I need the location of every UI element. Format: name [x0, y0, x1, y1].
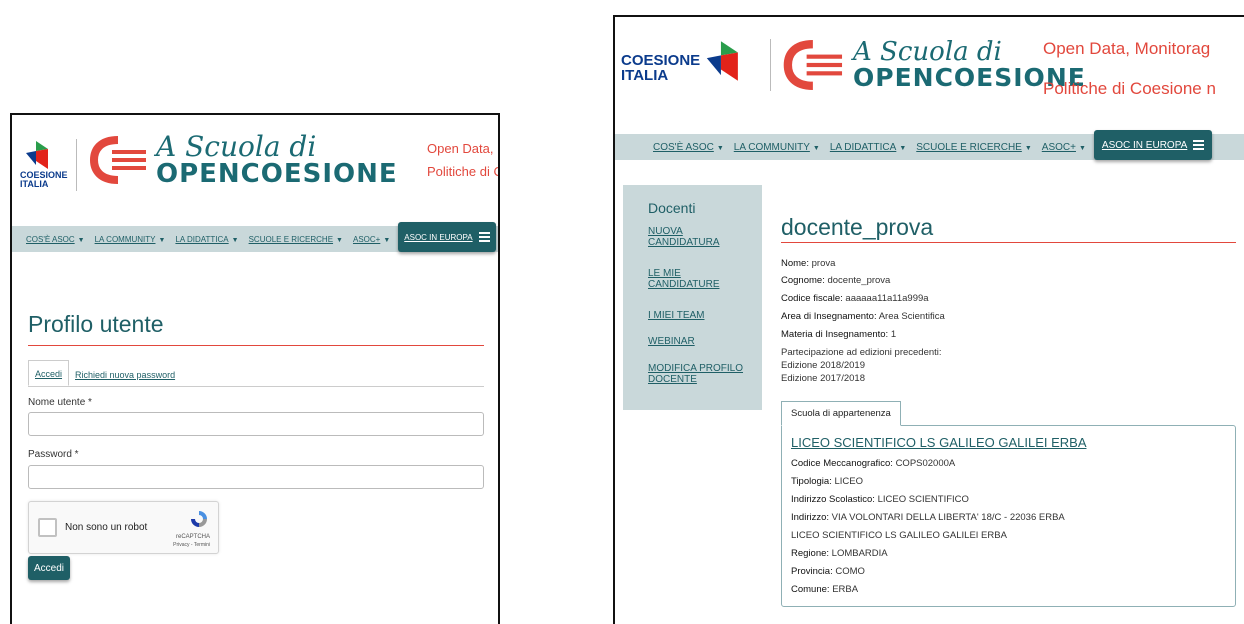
- title-rule: [781, 242, 1236, 243]
- sidebar-item-nuova-candidatura[interactable]: NUOVA CANDIDATURA: [648, 226, 719, 248]
- tabs-baseline: [28, 386, 484, 387]
- field-materia: Materia di Insegnamento: 1: [781, 329, 897, 340]
- nav-asoc-plus[interactable]: ASOC+ ▼: [1042, 142, 1086, 153]
- sidebar-title: Docenti: [648, 200, 696, 216]
- nav-cose-asoc[interactable]: COS'È ASOC ▼: [26, 235, 85, 244]
- sidebar-item-modifica-profilo[interactable]: MODIFICA PROFILO DOCENTE: [648, 363, 743, 385]
- tab-accedi[interactable]: Accedi: [28, 360, 70, 386]
- recaptcha-logo-icon: [191, 511, 207, 527]
- recaptcha-checkbox[interactable]: [38, 518, 57, 537]
- password-label: Password *: [28, 449, 79, 460]
- tagline-line1: Open Data,: [427, 141, 494, 156]
- username-label: Nome utente *: [28, 397, 92, 408]
- sidebar-item-le-mie-candidature[interactable]: LE MIE CANDIDATURE: [648, 268, 719, 290]
- field-area-insegnamento: Area di Insegnamento: Area Scientifica: [781, 311, 945, 322]
- main-nav: COS'È ASOC ▼ LA COMMUNITY ▼ LA DIDATTICA ▼ …: [615, 130, 1244, 160]
- nav-scuole-e-ricerche[interactable]: SCUOLE E RICERCHE ▼: [249, 235, 343, 244]
- logo-divider: [770, 39, 771, 91]
- school-field-codice: Codice Meccanografico: COPS02000A: [791, 458, 956, 469]
- logo-divider: [76, 139, 77, 191]
- asoc-book-icon: [783, 39, 843, 90]
- asoc-logo[interactable]: A Scuola di OPENCOESIONE: [90, 133, 398, 187]
- field-codice-fiscale: Codice fiscale: aaaaaa11a11a999a: [781, 293, 929, 304]
- field-nome: Nome: prova: [781, 258, 836, 269]
- school-field-regione: Regione: LOMBARDIA: [791, 548, 888, 559]
- brand-script: A Scuola di: [156, 130, 317, 163]
- teacher-name-heading: docente_prova: [781, 214, 934, 240]
- recaptcha-privacy-link[interactable]: Privacy - Termini: [173, 542, 210, 548]
- recaptcha-widget: Non sono un robot reCAPTCHA Privacy - Te…: [28, 501, 219, 554]
- tagline-line1: Open Data, Monitorag: [1043, 39, 1211, 58]
- sidebar-item-i-miei-team[interactable]: I MIEI TEAM: [648, 310, 705, 321]
- school-field-tipologia: Tipologia: LICEO: [791, 476, 863, 487]
- recaptcha-label: Non sono un robot: [65, 522, 148, 533]
- school-field-indirizzo: Indirizzo: VIA VOLONTARI DELLA LIBERTA' …: [791, 512, 1065, 523]
- school-tab[interactable]: Scuola di appartenenza: [781, 401, 901, 426]
- nav-la-community[interactable]: LA COMMUNITY ▼: [95, 235, 166, 244]
- docenti-sidebar: Docenti NUOVA CANDIDATURA LE MIE CANDIDATU…: [623, 185, 762, 410]
- school-name-link[interactable]: LICEO SCIENTIFICO LS GALILEO GALILEI ERB…: [791, 435, 1086, 450]
- accedi-submit-button[interactable]: Accedi: [28, 556, 70, 580]
- nav-la-didattica[interactable]: LA DIDATTICA ▼: [175, 235, 238, 244]
- page-title: Profilo utente: [28, 311, 164, 337]
- title-rule: [28, 345, 484, 346]
- password-input[interactable]: [28, 465, 484, 489]
- field-cognome: Cognome: docente_prova: [781, 275, 891, 286]
- recaptcha-name: reCAPTCHA: [175, 534, 210, 540]
- nav-scuole-e-ricerche[interactable]: SCUOLE E RICERCHE ▼: [916, 142, 1032, 153]
- hamburger-menu-icon: [1193, 138, 1205, 152]
- tagline-line2: Politiche di Coesione n: [1043, 79, 1216, 98]
- nav-asoc-in-europa-button[interactable]: ASOC IN EUROPA: [1093, 130, 1213, 160]
- coesione-line2: ITALIA: [621, 67, 669, 84]
- coesione-italia-logo[interactable]: COESIONE ITALIA: [20, 139, 68, 189]
- tagline-line2: Politiche di C: [427, 164, 500, 179]
- hamburger-menu-icon: [478, 230, 490, 244]
- nav-cose-asoc[interactable]: COS'È ASOC ▼: [653, 142, 724, 153]
- brand-name: OPENCOESIONE: [156, 159, 398, 189]
- edition-item: Edizione 2018/2019: [781, 360, 865, 371]
- sidebar-item-webinar[interactable]: WEBINAR: [648, 336, 695, 347]
- editions-label: Partecipazione ad edizioni precedenti:: [781, 347, 942, 358]
- coesione-italia-logo[interactable]: COESIONE ITALIA: [621, 35, 752, 87]
- main-nav: COS'È ASOC ▼ LA COMMUNITY ▼ LA DIDATTICA ▼ …: [12, 222, 498, 252]
- school-field-provincia: Provincia: COMO: [791, 566, 865, 577]
- nav-asoc-plus[interactable]: ASOC+ ▼: [353, 235, 390, 244]
- tab-richiedi-password[interactable]: Richiedi nuova password: [69, 362, 181, 386]
- username-input[interactable]: [28, 412, 484, 436]
- school-field-denominazione: LICEO SCIENTIFICO LS GALILEO GALILEI ERB…: [791, 530, 1007, 541]
- coesione-arrow-icon: [707, 41, 739, 81]
- nav-asoc-in-europa-button[interactable]: ASOC IN EUROPA: [398, 222, 496, 252]
- teacher-profile-screenshot: COESIONE ITALIA A Scuola di OPENCOESIONE: [613, 15, 1244, 624]
- coesione-line2: ITALIA: [20, 179, 49, 189]
- edition-item: Edizione 2017/2018: [781, 373, 865, 384]
- asoc-logo[interactable]: A Scuola di OPENCOESIONE: [783, 39, 1086, 90]
- nav-la-community[interactable]: LA COMMUNITY ▼: [734, 142, 820, 153]
- school-field-indirizzo-scolastico: Indirizzo Scolastico: LICEO SCIENTIFICO: [791, 494, 969, 505]
- coesione-line1: COESIONE: [621, 52, 701, 69]
- coesione-arrow-icon: [26, 141, 48, 169]
- school-field-comune: Comune: ERBA: [791, 584, 859, 595]
- asoc-book-icon: [90, 136, 146, 184]
- login-page-screenshot: COESIONE ITALIA A Scuola di OPENCOESIONE…: [10, 113, 500, 624]
- login-tabs: Accedi Richiedi nuova password: [28, 360, 181, 386]
- nav-la-didattica[interactable]: LA DIDATTICA ▼: [830, 142, 906, 153]
